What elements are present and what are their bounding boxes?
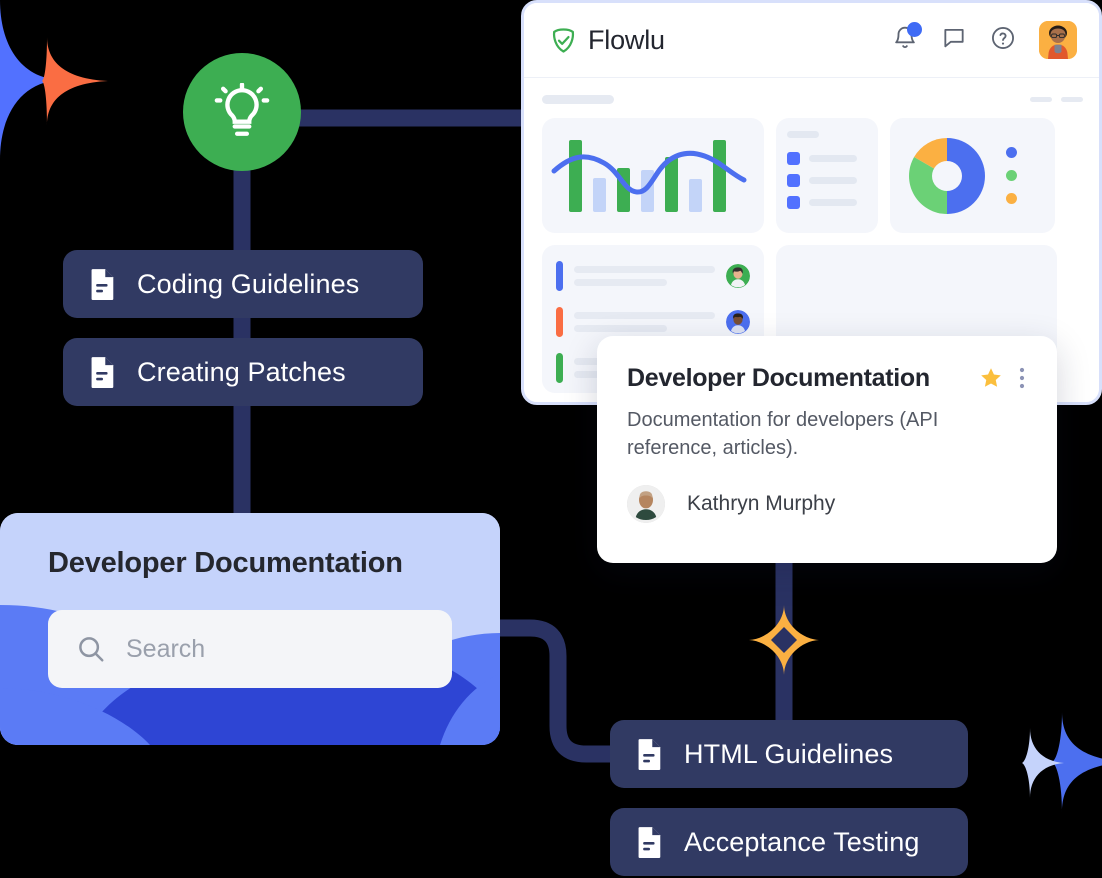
brand[interactable]: Flowlu	[550, 25, 665, 56]
avatar	[726, 264, 750, 288]
pill-coding-guidelines[interactable]: Coding Guidelines	[63, 250, 423, 318]
developer-documentation-card: Developer Documentation Search	[0, 513, 500, 745]
search-input[interactable]: Search	[48, 610, 452, 688]
legend-dot-orange	[1006, 193, 1017, 204]
detail-card-description: Documentation for developers (API refere…	[627, 406, 1025, 463]
pill-acceptance-testing[interactable]: Acceptance Testing	[610, 808, 968, 876]
legend-dot-green	[1006, 170, 1017, 181]
author-avatar	[627, 485, 665, 523]
bar	[569, 140, 582, 212]
toolbar-action[interactable]	[1061, 97, 1083, 102]
detail-card-title: Developer Documentation	[627, 366, 930, 391]
task-text-placeholder	[574, 266, 715, 286]
bar	[593, 178, 606, 212]
pill-html-guidelines[interactable]: HTML Guidelines	[610, 720, 968, 788]
task-text-placeholder	[574, 312, 715, 332]
priority-flag	[556, 353, 563, 383]
priority-flag	[556, 307, 563, 337]
document-icon	[636, 826, 664, 858]
toolbar-actions	[1030, 97, 1083, 102]
sparkle-orange-left	[42, 37, 108, 125]
search-icon	[76, 634, 106, 664]
app-toolbar	[542, 92, 1083, 106]
widget-grid-top	[542, 118, 1083, 233]
toolbar-action[interactable]	[1030, 97, 1052, 102]
illustration-canvas: Coding Guidelines Creating Patches HTML …	[0, 0, 1102, 878]
sparkle-orange-center	[749, 605, 819, 675]
more-vertical-icon[interactable]	[1019, 366, 1025, 390]
chat-bubble-icon[interactable]	[941, 25, 967, 56]
check-shield-icon	[550, 27, 577, 54]
table-row[interactable]	[556, 261, 750, 291]
header-actions	[892, 21, 1077, 59]
sparkle-lightblue-right	[1022, 728, 1064, 798]
notification-bell-icon[interactable]	[892, 25, 918, 56]
donut-legend	[1006, 147, 1017, 204]
text-placeholder	[809, 155, 857, 162]
priority-flag	[556, 261, 563, 291]
toolbar-placeholder	[542, 95, 614, 104]
pill-label: Acceptance Testing	[684, 829, 919, 856]
checkbox-icon[interactable]	[787, 174, 800, 187]
legend-dot-blue	[1006, 147, 1017, 158]
donut-widget[interactable]	[890, 118, 1055, 233]
checklist-widget[interactable]	[776, 118, 878, 233]
bar-line-chart	[542, 118, 764, 233]
help-circle-icon[interactable]	[990, 25, 1016, 56]
text-placeholder	[809, 177, 857, 184]
donut-chart	[906, 135, 988, 217]
star-icon[interactable]	[979, 366, 1003, 390]
lightbulb-icon	[213, 83, 271, 141]
lightbulb-node[interactable]	[183, 53, 301, 171]
user-avatar[interactable]	[1039, 21, 1077, 59]
brand-name: Flowlu	[588, 25, 665, 56]
pill-label: HTML Guidelines	[684, 741, 893, 768]
bar	[713, 140, 726, 212]
avatar	[726, 310, 750, 334]
document-detail-card: Developer Documentation Documentation fo…	[597, 336, 1057, 563]
checkbox-icon[interactable]	[787, 152, 800, 165]
document-icon	[636, 738, 664, 770]
checkbox-icon[interactable]	[787, 196, 800, 209]
pill-label: Creating Patches	[137, 359, 346, 386]
list-item[interactable]	[787, 196, 867, 209]
detail-card-header: Developer Documentation	[627, 366, 1025, 391]
author-name: Kathryn Murphy	[687, 492, 835, 516]
list-item[interactable]	[787, 174, 867, 187]
pill-creating-patches[interactable]: Creating Patches	[63, 338, 423, 406]
app-header: Flowlu	[524, 3, 1099, 78]
widget-title-placeholder	[787, 131, 819, 138]
bar	[689, 179, 702, 212]
document-icon	[89, 356, 117, 388]
page-title: Developer Documentation	[48, 549, 452, 578]
detail-card-actions	[979, 366, 1025, 390]
text-placeholder	[809, 199, 857, 206]
notification-badge	[907, 22, 922, 37]
pill-label: Coding Guidelines	[137, 271, 359, 298]
detail-card-author: Kathryn Murphy	[627, 485, 835, 523]
table-row[interactable]	[556, 307, 750, 337]
checklist-rows	[787, 152, 867, 209]
document-icon	[89, 268, 117, 300]
chart-widget[interactable]	[542, 118, 764, 233]
list-item[interactable]	[787, 152, 867, 165]
search-placeholder: Search	[126, 635, 205, 664]
